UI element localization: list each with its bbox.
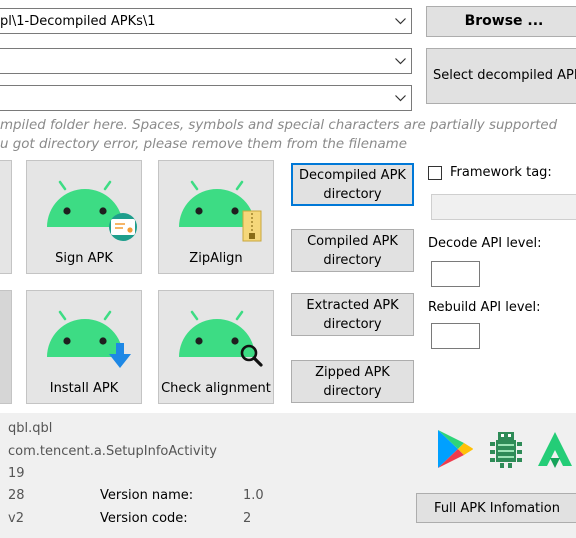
decompiled-dir-button[interactable]: Decompiled APK directory: [291, 163, 414, 206]
zipper-icon: [242, 210, 262, 242]
check-alignment-tile[interactable]: Check alignment: [158, 290, 274, 404]
partial-tile-2[interactable]: [0, 290, 12, 404]
decode-api-input[interactable]: [431, 261, 480, 287]
launch-activity: com.tencent.a.SetupInfoActivity: [8, 444, 218, 459]
select-decompiled-button[interactable]: Select decompiled APK: [426, 48, 576, 104]
decode-api-label: Decode API level:: [428, 236, 542, 251]
signature-scheme: v2: [8, 511, 24, 526]
decompiled-dir-line1: Decompiled APK: [299, 167, 406, 183]
apkpure-icon[interactable]: [536, 428, 576, 470]
google-play-icon[interactable]: [434, 428, 474, 470]
target-sdk: 28: [8, 488, 25, 503]
decompiled-path-value: pl\1-Decompiled APKs\1: [0, 13, 156, 29]
framework-tag-input[interactable]: [431, 194, 576, 220]
package-name: qbl.qbl: [8, 421, 53, 436]
rebuild-api-label: Rebuild API level:: [428, 300, 541, 315]
version-name-label: Version name:: [100, 488, 194, 503]
check-alignment-label: Check alignment: [161, 381, 271, 396]
hint-line-2: u got directory error, please remove the…: [0, 137, 407, 152]
version-code-label: Version code:: [100, 511, 188, 526]
framework-tag-label: Framework tag:: [450, 165, 552, 180]
android-icon: [179, 180, 262, 242]
framework-tag-checkbox[interactable]: [428, 166, 442, 180]
min-sdk: 19: [8, 466, 25, 481]
zipalign-label: ZipAlign: [189, 251, 243, 266]
compiled-dir-button[interactable]: Compiled APK directory: [291, 229, 414, 272]
android-icon: [179, 310, 263, 367]
zipped-dir-line2: directory: [323, 383, 382, 399]
full-apk-info-button[interactable]: Full APK Infomation: [416, 493, 576, 523]
zipalign-tile[interactable]: ZipAlign: [158, 160, 274, 274]
rebuild-api-input[interactable]: [431, 323, 480, 349]
hint-line-1: mpiled folder here. Spaces, symbols and …: [0, 118, 558, 133]
version-name-value: 1.0: [243, 488, 264, 503]
android-bug-icon[interactable]: [486, 428, 526, 470]
decompiled-path-combo[interactable]: pl\1-Decompiled APKs\1: [0, 8, 412, 34]
android-icon: [47, 310, 131, 368]
path-combo-3[interactable]: [0, 85, 412, 111]
install-apk-label: Install APK: [49, 381, 119, 396]
sign-apk-label: Sign APK: [55, 251, 113, 266]
android-icon: [47, 180, 137, 241]
extracted-dir-line1: Extracted APK: [306, 297, 399, 313]
path-combo-2[interactable]: [0, 48, 412, 74]
install-apk-tile[interactable]: Install APK: [26, 290, 142, 404]
extracted-dir-line2: directory: [323, 316, 382, 332]
extracted-dir-button[interactable]: Extracted APK directory: [291, 293, 414, 336]
zipped-dir-line1: Zipped APK: [315, 364, 390, 380]
version-code-value: 2: [243, 511, 252, 526]
decompiled-dir-line2: directory: [323, 186, 382, 202]
certificate-icon: [109, 213, 137, 241]
sign-apk-tile[interactable]: Sign APK: [26, 160, 142, 274]
zipped-dir-button[interactable]: Zipped APK directory: [291, 360, 414, 403]
browse-button[interactable]: Browse ...: [426, 6, 576, 37]
partial-tile-1[interactable]: [0, 160, 12, 274]
chevron-down-icon[interactable]: [389, 94, 411, 102]
chevron-down-icon[interactable]: [389, 57, 411, 65]
compiled-dir-line1: Compiled APK: [307, 233, 398, 249]
chevron-down-icon[interactable]: [389, 17, 411, 25]
compiled-dir-line2: directory: [323, 252, 382, 268]
